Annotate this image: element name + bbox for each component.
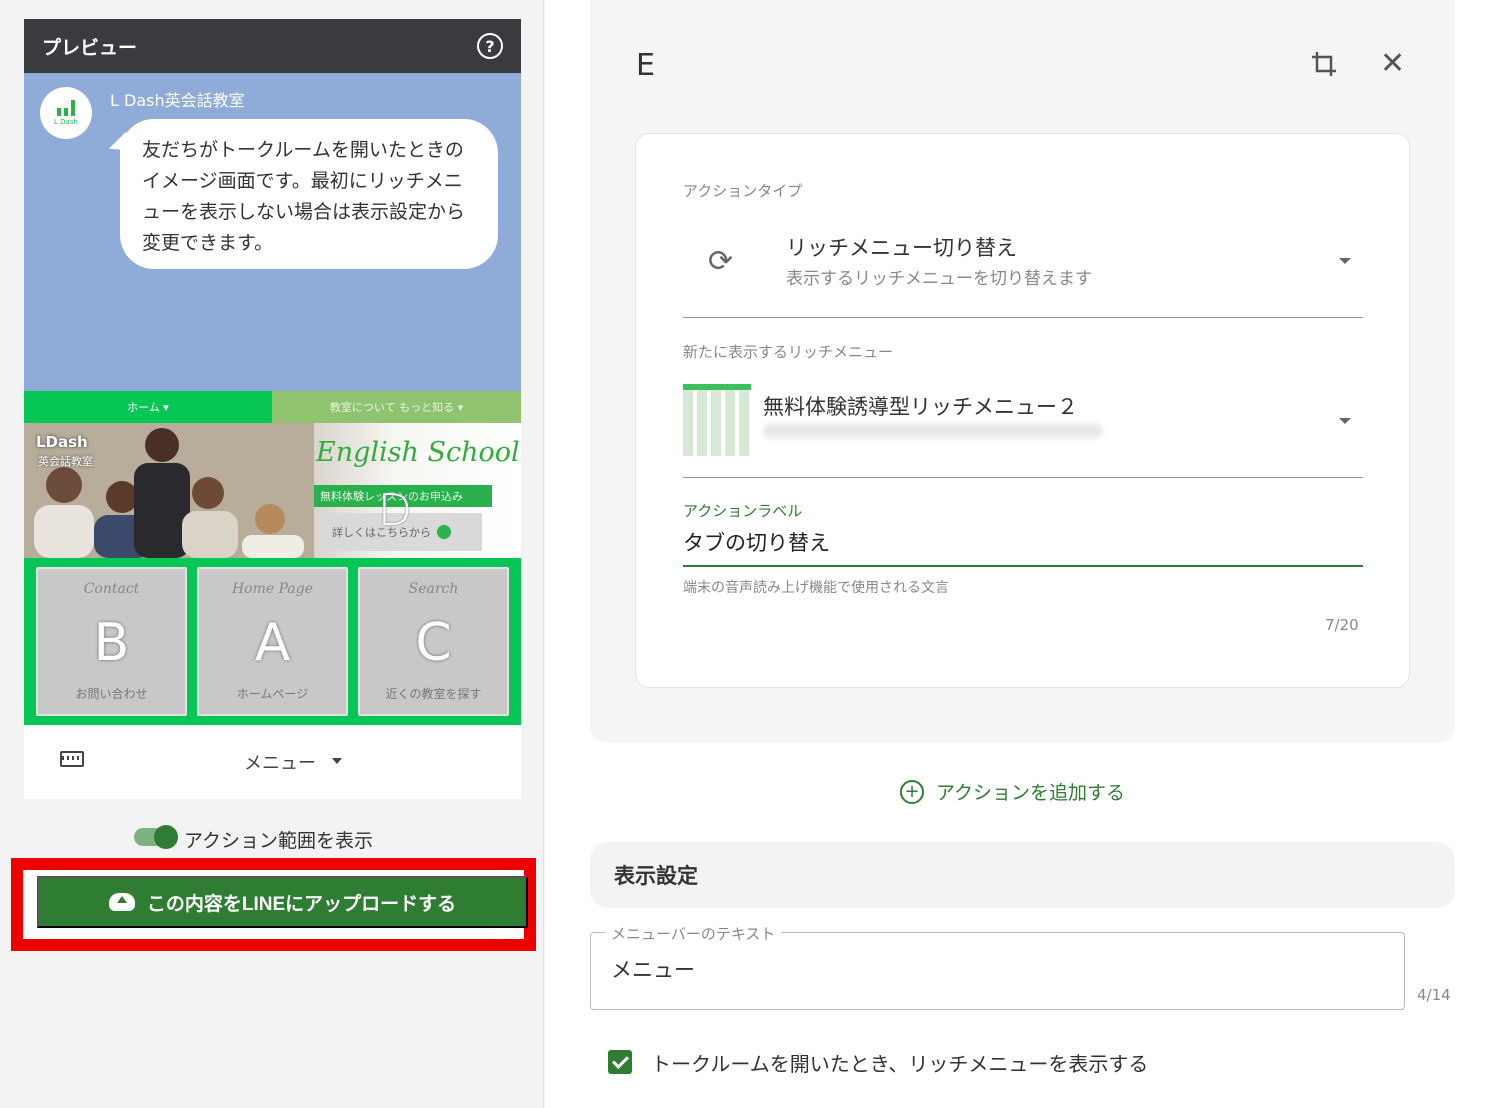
richmenu-preview: ホーム ▾ 教室について もっと知る ▾ LDash 英会話教室 English… <box>24 391 521 725</box>
richmenu-select-value[interactable]: 無料体験誘導型リッチメニュー２ <box>763 391 1078 421</box>
richmenu-thumbnail <box>683 384 751 456</box>
area-label-e: E <box>380 423 408 430</box>
avatar-label: L Dash <box>54 118 78 126</box>
area-label-a: A <box>254 613 291 673</box>
richmenu-buttons: Contact B お問い合わせ Home Page A ホームページ Sear… <box>24 558 521 725</box>
button-script: Search <box>408 581 459 597</box>
new-richmenu-label: 新たに表示するリッチメニュー <box>683 343 894 361</box>
upload-to-line-button[interactable]: この内容をLINEにアップロードする <box>37 876 528 928</box>
richmenu-button-homepage[interactable]: Home Page A ホームページ <box>197 567 348 716</box>
editor-panel: E ✕ アクションタイプ ⟳ リッチメニュー切り替え 表示するリッチメニューを切… <box>545 0 1488 1108</box>
action-label-label: アクションラベル <box>683 502 803 520</box>
caret-down-icon <box>332 758 342 764</box>
close-icon[interactable]: ✕ <box>1380 49 1408 79</box>
help-icon[interactable]: ? <box>477 33 503 59</box>
line-menubar: メニュー <box>24 725 521 799</box>
area-label-b: B <box>93 613 130 673</box>
area-e-card: E ✕ アクションタイプ ⟳ リッチメニュー切り替え 表示するリッチメニューを切… <box>590 0 1455 743</box>
button-label: ホームページ <box>236 687 309 701</box>
action-type-dropdown-icon[interactable] <box>1339 258 1351 264</box>
area-label-d: D <box>378 485 412 536</box>
menubar-text-field: メニューバーのテキスト <box>590 923 1405 1010</box>
richmenu-banner[interactable]: LDash 英会話教室 English School 無料体験レッスンのお申込み… <box>24 423 521 558</box>
account-name: L Dash英会話教室 <box>110 91 245 110</box>
avatar: L Dash <box>40 87 92 139</box>
upload-highlight: この内容をLINEにアップロードする <box>11 858 536 951</box>
button-label: お問い合わせ <box>75 687 148 701</box>
menubar-text-input[interactable] <box>611 957 1371 981</box>
action-label-counter: 7/20 <box>1325 616 1359 634</box>
english-school-script: English School <box>316 437 520 468</box>
action-type-label: アクションタイプ <box>683 182 803 200</box>
divider <box>683 317 1363 318</box>
action-range-label: アクション範囲を表示 <box>184 830 374 852</box>
chat-area: L Dash L Dash英会話教室 友だちがトークルームを開いたときのイメージ… <box>24 73 521 391</box>
display-settings-title: 表示設定 <box>614 864 698 888</box>
upload-button-label: この内容をLINEにアップロードする <box>146 893 457 915</box>
chat-bubble: 友だちがトークルームを開いたときのイメージ画面です。最初にリッチメニューを表示し… <box>120 119 498 269</box>
menubar-text[interactable]: メニュー <box>244 749 316 775</box>
arrow-circle-icon <box>437 525 451 539</box>
crop-icon[interactable] <box>1310 50 1338 78</box>
preview-title: プレビュー <box>42 36 138 59</box>
richmenu-tabs: ホーム ▾ 教室について もっと知る ▾ <box>24 391 521 423</box>
menubar-counter: 4/14 <box>1417 986 1451 1004</box>
brand-sub: 英会話教室 <box>38 455 93 468</box>
menubar-field-label: メニューバーのテキスト <box>605 923 782 944</box>
richmenu-tab-about[interactable]: 教室について もっと知る ▾ <box>272 391 521 423</box>
add-circle-icon: + <box>900 779 924 804</box>
button-script: Contact <box>83 581 140 597</box>
sync-icon: ⟳ <box>708 244 734 279</box>
action-type-description: 表示するリッチメニューを切り替えます <box>786 269 1092 289</box>
button-script: Home Page <box>231 581 314 597</box>
display-settings-header[interactable]: 表示設定 <box>590 842 1455 908</box>
action-label-hint: 端末の音声読み上げ機能で使用される文言 <box>683 580 949 596</box>
ldash-logo-icon <box>57 100 75 116</box>
add-action-button[interactable]: + アクションを追加する <box>900 778 1125 805</box>
action-label-input[interactable] <box>683 530 1363 554</box>
preview-header: プレビュー ? <box>24 19 521 73</box>
input-underline <box>683 565 1363 567</box>
area-title: E <box>636 48 655 83</box>
richmenu-button-contact[interactable]: Contact B お問い合わせ <box>36 567 187 716</box>
brand-logo: LDash <box>36 433 88 451</box>
action-range-toggle[interactable] <box>134 825 178 849</box>
richmenu-tab-home[interactable]: ホーム ▾ <box>24 391 272 423</box>
richmenu-button-search[interactable]: Search C 近くの教室を探す <box>358 567 509 716</box>
action-settings: アクションタイプ ⟳ リッチメニュー切り替え 表示するリッチメニューを切り替えま… <box>635 133 1410 688</box>
keyboard-icon[interactable] <box>60 751 84 767</box>
show-on-open-label[interactable]: トークルームを開いたとき、リッチメニューを表示する <box>651 1048 1148 1077</box>
button-label: 近くの教室を探す <box>385 687 482 701</box>
add-action-label: アクションを追加する <box>936 782 1126 804</box>
cloud-upload-icon <box>108 893 135 911</box>
show-on-open-checkbox[interactable] <box>608 1050 632 1074</box>
area-label-c: C <box>415 613 452 673</box>
divider <box>683 477 1363 478</box>
blurred-text <box>763 424 1103 438</box>
action-type-value[interactable]: リッチメニュー切り替え <box>786 232 1017 262</box>
preview-panel: プレビュー ? L Dash L Dash英会話教室 友だちがトークルームを開い… <box>0 0 544 1108</box>
phone-preview: プレビュー ? L Dash L Dash英会話教室 友だちがトークルームを開い… <box>24 19 521 799</box>
richmenu-dropdown-icon[interactable] <box>1339 418 1351 424</box>
